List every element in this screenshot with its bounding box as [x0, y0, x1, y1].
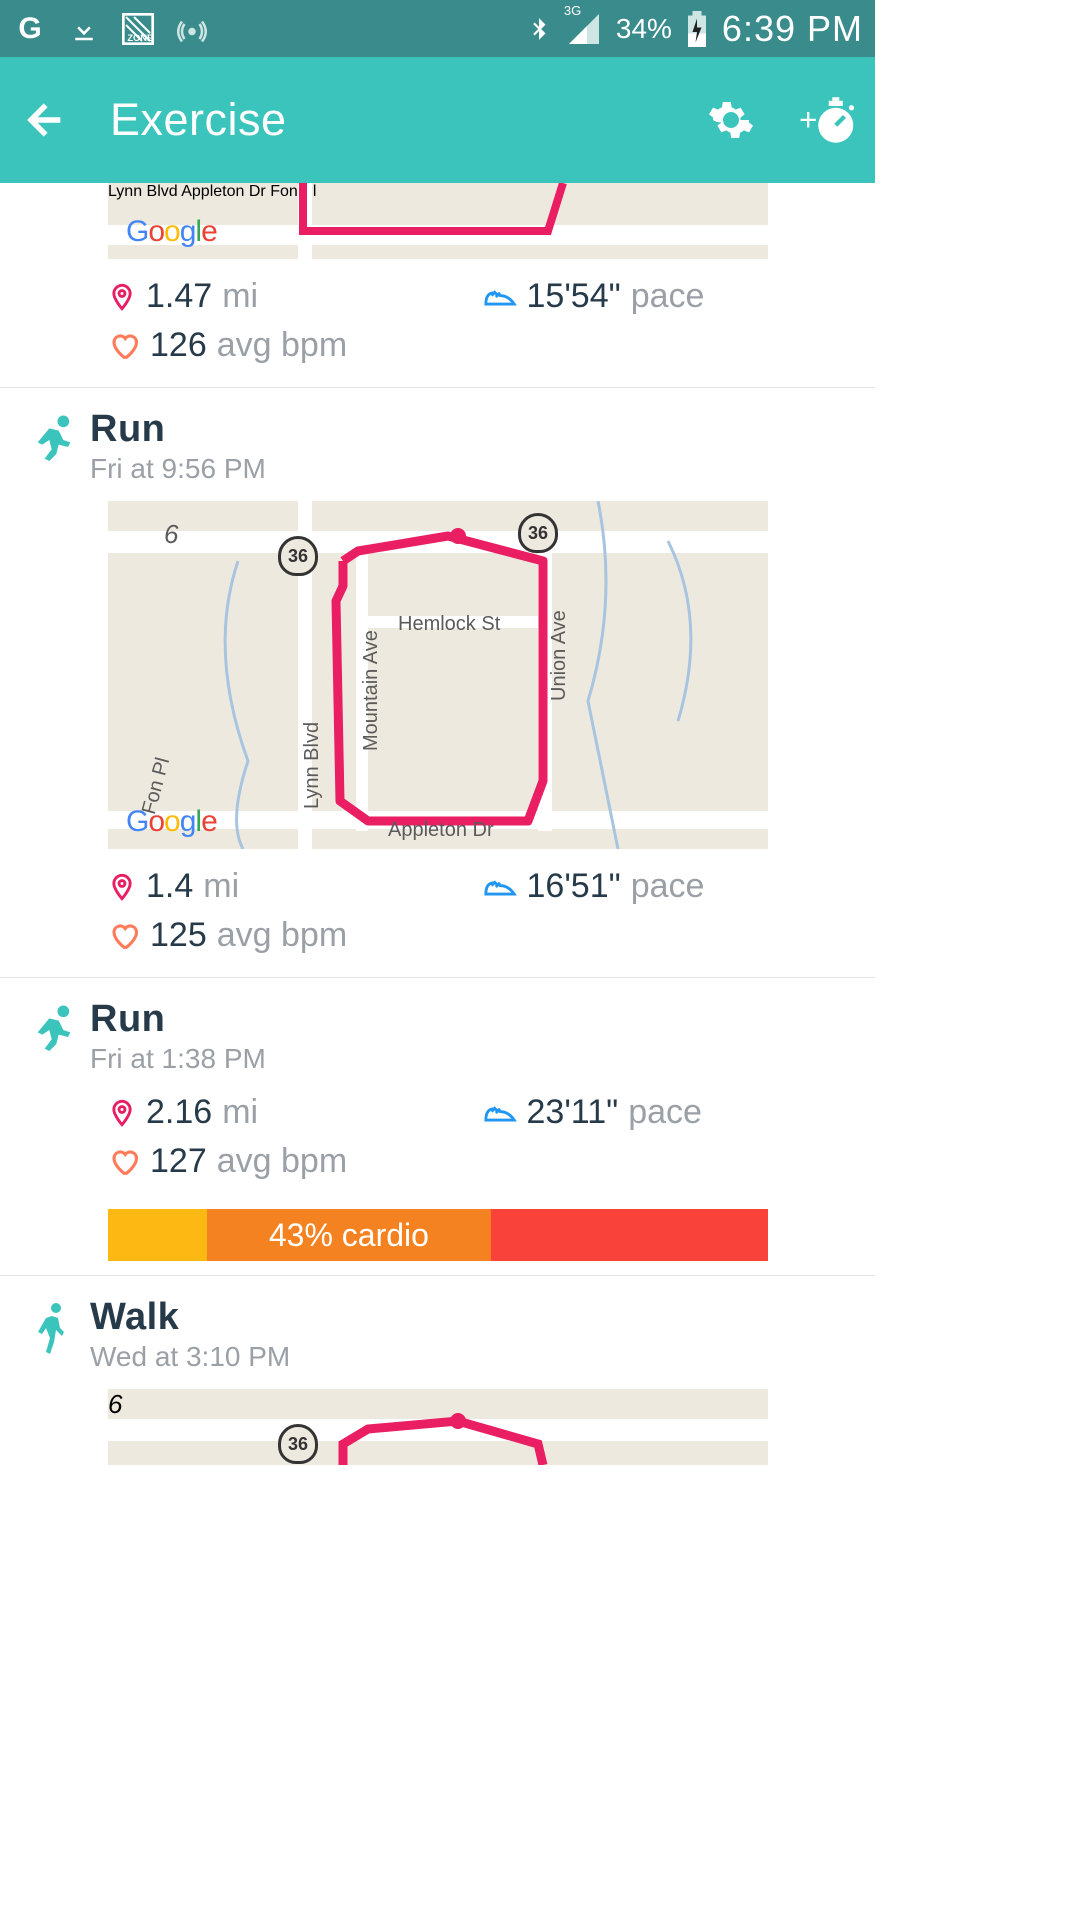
distance-stat: 2.16 mi: [108, 1093, 483, 1132]
map-label: 6: [164, 519, 178, 550]
distance-stat: 1.4 mi: [108, 867, 483, 906]
route-shield: 36: [278, 536, 318, 576]
route-shield: 36: [518, 513, 558, 553]
pace-stat: 16'51" pace: [483, 867, 858, 906]
exercise-type: Walk: [90, 1296, 290, 1339]
svg-text:ZONE: ZONE: [127, 33, 153, 43]
exercise-item[interactable]: Lynn Blvd Appleton Dr Fon Pl Google 1.47…: [0, 183, 875, 388]
exercise-stats: 1.4 mi 16'51" pace 125 avg bpm: [0, 849, 875, 977]
settings-button[interactable]: [707, 96, 755, 144]
heartrate-stat: 127 avg bpm: [108, 1142, 483, 1181]
page-title: Exercise: [110, 94, 287, 146]
clock: 6:39 PM: [722, 8, 863, 50]
heart-icon: [108, 331, 140, 361]
battery-charging-icon: [686, 11, 708, 47]
android-status-bar: G ZONE 3G 34% 6:39 PM: [0, 0, 875, 57]
run-icon: [18, 408, 90, 485]
cardio-seg-cardio: 43% cardio: [207, 1209, 491, 1261]
google-attribution: Google: [126, 805, 217, 839]
download-icon: [66, 11, 102, 47]
route-shield: 36: [278, 1424, 318, 1464]
google-attribution: Google: [126, 215, 217, 249]
zone-app-icon: ZONE: [120, 11, 156, 47]
exercise-stats: 2.16 mi 23'11" pace 127 avg bpm: [0, 1083, 875, 1203]
distance-stat: 1.47 mi: [108, 277, 483, 316]
pace-stat: 23'11" pace: [483, 1093, 858, 1132]
exercise-type: Run: [90, 408, 266, 451]
route-map[interactable]: 36 36 6 Hemlock St Mountain Ave Union Av…: [108, 501, 768, 849]
walk-icon: [18, 1296, 90, 1373]
exercise-item[interactable]: Run Fri at 9:56 PM 36 36 6 Hemlock St Mo…: [0, 388, 875, 978]
exercise-item[interactable]: Walk Wed at 3:10 PM 36 6: [0, 1276, 875, 1465]
route-map[interactable]: Lynn Blvd Appleton Dr Fon Pl Google: [108, 183, 768, 259]
cardio-seg-peak: [491, 1209, 768, 1261]
add-stopwatch-button[interactable]: +: [799, 92, 855, 148]
heartrate-stat: 125 avg bpm: [108, 916, 483, 955]
heartrate-stat: 126 avg bpm: [108, 326, 483, 365]
svg-text:+: +: [799, 102, 817, 138]
shoe-icon: [483, 283, 517, 311]
cardio-seg-fatburn: [108, 1209, 207, 1261]
pin-icon: [108, 1096, 136, 1130]
status-left-icons: G ZONE: [12, 11, 210, 47]
exercise-list[interactable]: Lynn Blvd Appleton Dr Fon Pl Google 1.47…: [0, 183, 875, 1465]
exercise-item[interactable]: Run Fri at 1:38 PM 2.16 mi 23'11" pace 1…: [0, 978, 875, 1276]
exercise-type: Run: [90, 998, 266, 1041]
broadcast-icon: [174, 11, 210, 47]
signal-icon: 3G: [566, 11, 602, 47]
pace-stat: 15'54" pace: [483, 277, 858, 316]
run-icon: [18, 998, 90, 1075]
street-label: Lynn Blvd: [301, 722, 324, 809]
shoe-icon: [483, 873, 517, 901]
exercise-timestamp: Wed at 3:10 PM: [90, 1341, 290, 1373]
exercise-timestamp: Fri at 9:56 PM: [90, 453, 266, 485]
battery-percent: 34%: [616, 13, 672, 45]
street-label: Mountain Ave: [360, 630, 383, 751]
pin-icon: [108, 870, 136, 904]
shoe-icon: [483, 1099, 517, 1127]
bluetooth-icon: [526, 11, 552, 47]
street-label: Appleton Dr: [388, 819, 494, 842]
app-bar: Exercise +: [0, 57, 875, 183]
heart-icon: [108, 1147, 140, 1177]
status-right: 3G 34% 6:39 PM: [526, 8, 863, 50]
back-button[interactable]: [20, 98, 64, 142]
route-map[interactable]: 36 6: [108, 1389, 768, 1465]
cardio-zone-bar: 43% cardio: [108, 1209, 768, 1261]
street-label: Hemlock St: [398, 613, 500, 636]
network-type: 3G: [564, 3, 581, 18]
street-label: Union Ave: [548, 610, 571, 701]
heart-icon: [108, 921, 140, 951]
pin-icon: [108, 280, 136, 314]
google-icon: G: [12, 11, 48, 47]
exercise-stats: 1.47 mi 15'54" pace 126 avg bpm: [0, 259, 875, 387]
exercise-timestamp: Fri at 1:38 PM: [90, 1043, 266, 1075]
